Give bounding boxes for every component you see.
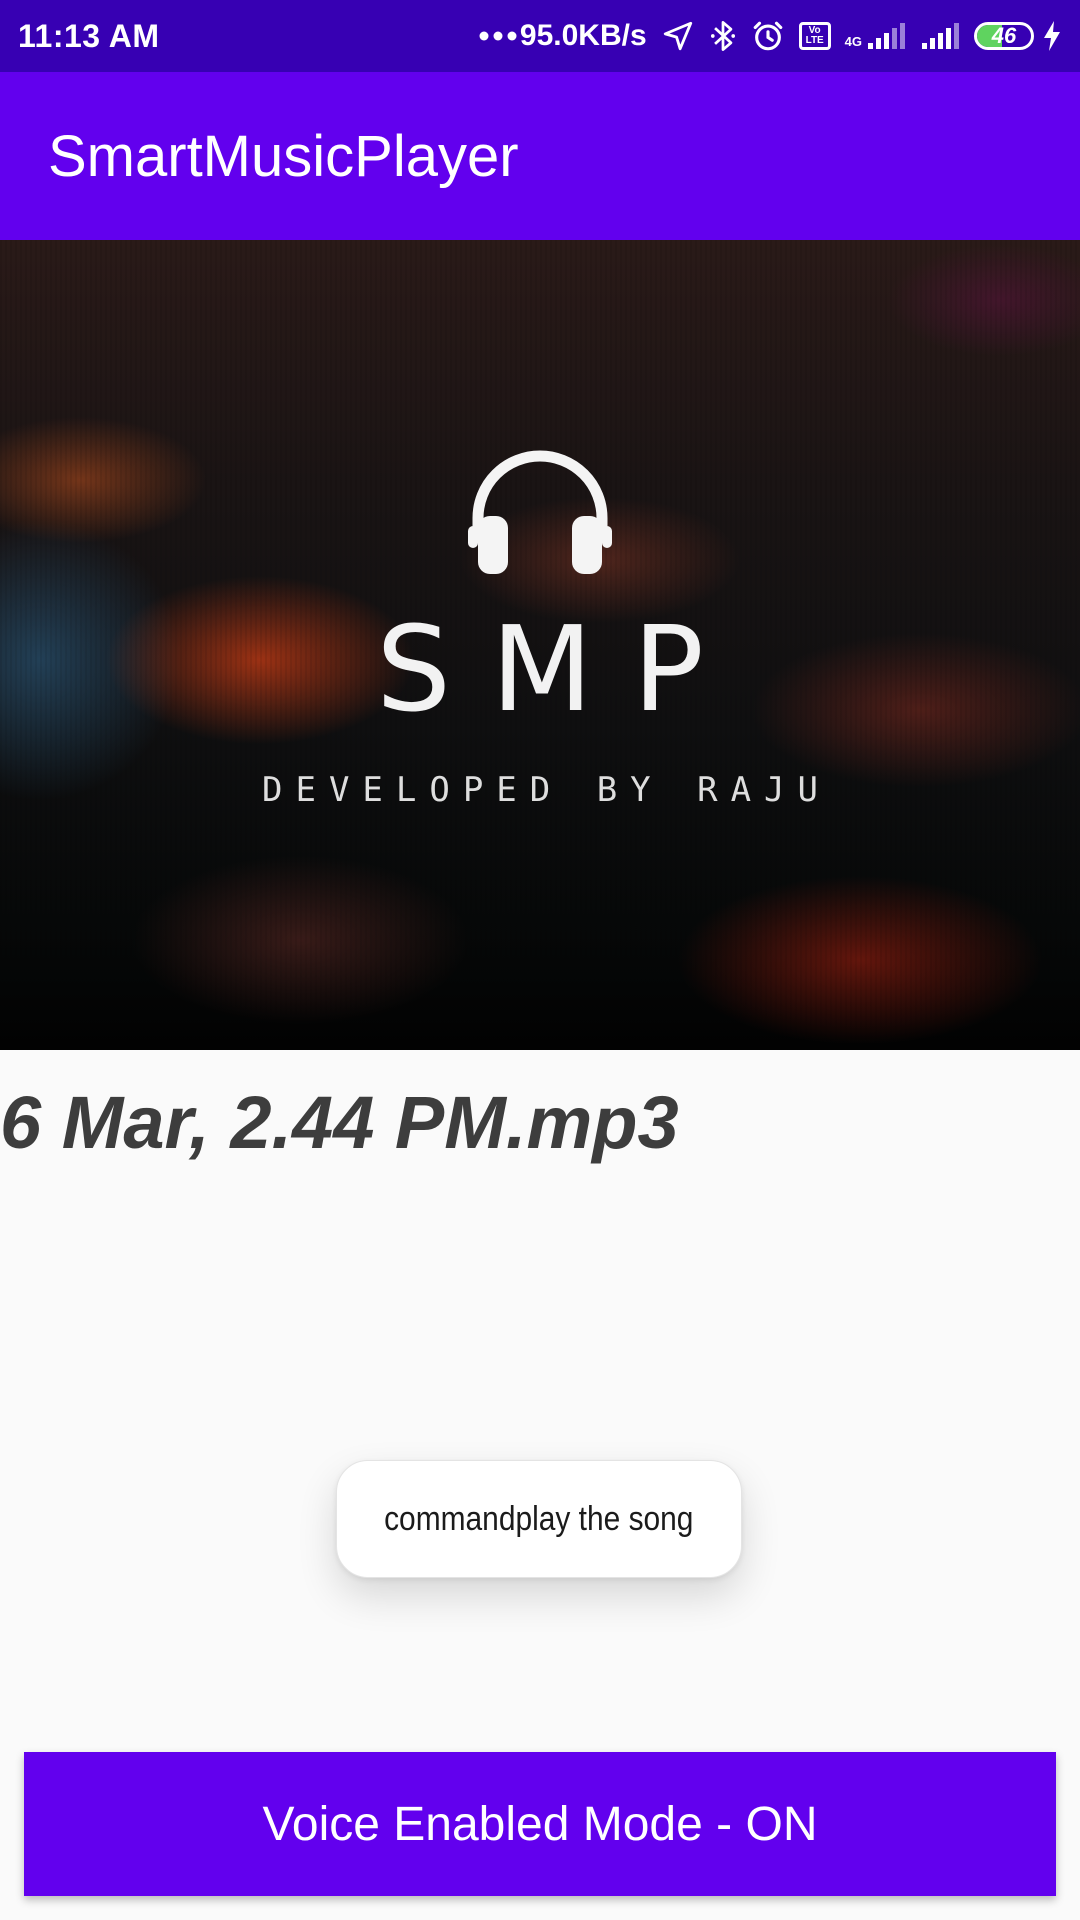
charging-icon	[1042, 20, 1062, 52]
developer-credit: DEVELOPED BY RAJU	[262, 770, 831, 810]
alarm-icon	[751, 19, 785, 53]
app-bar: SmartMusicPlayer	[0, 72, 1080, 240]
app-screen: 11:13 AM 95.0KB/s Vo LTE 4G 46 SmartMusi…	[0, 0, 1080, 1920]
battery-icon: 46	[974, 22, 1034, 50]
location-arrow-icon	[661, 19, 695, 53]
network-speed: 95.0KB/s	[519, 19, 647, 52]
logo-text: SMP	[376, 600, 744, 738]
network-type-label: 4G	[844, 34, 862, 49]
smp-logo: SMP DEVELOPED BY RAJU	[0, 240, 1080, 1050]
toast-message: commandplay the song	[336, 1460, 742, 1578]
more-dots-icon	[478, 30, 518, 42]
toast-text: commandplay the song	[384, 1499, 694, 1538]
voice-mode-button[interactable]: Voice Enabled Mode - ON	[24, 1752, 1056, 1896]
battery-level: 46	[991, 23, 1017, 48]
status-icons: 95.0KB/s Vo LTE 4G 46	[478, 19, 1062, 53]
volte-bottom-label: LTE	[805, 35, 824, 46]
status-time: 11:13 AM	[18, 17, 160, 54]
signal-icon	[920, 21, 960, 51]
signal-4g-icon	[866, 21, 906, 51]
song-title: 6 Mar, 2.44 PM.mp3	[0, 1081, 679, 1164]
volte-icon: Vo LTE	[798, 22, 831, 50]
app-title: SmartMusicPlayer	[48, 123, 519, 189]
headphones-icon	[468, 450, 612, 574]
status-bar: 11:13 AM 95.0KB/s Vo LTE 4G 46	[0, 0, 1080, 72]
bluetooth-icon	[709, 19, 737, 53]
album-art-banner: SMP DEVELOPED BY RAJU	[0, 240, 1080, 1050]
